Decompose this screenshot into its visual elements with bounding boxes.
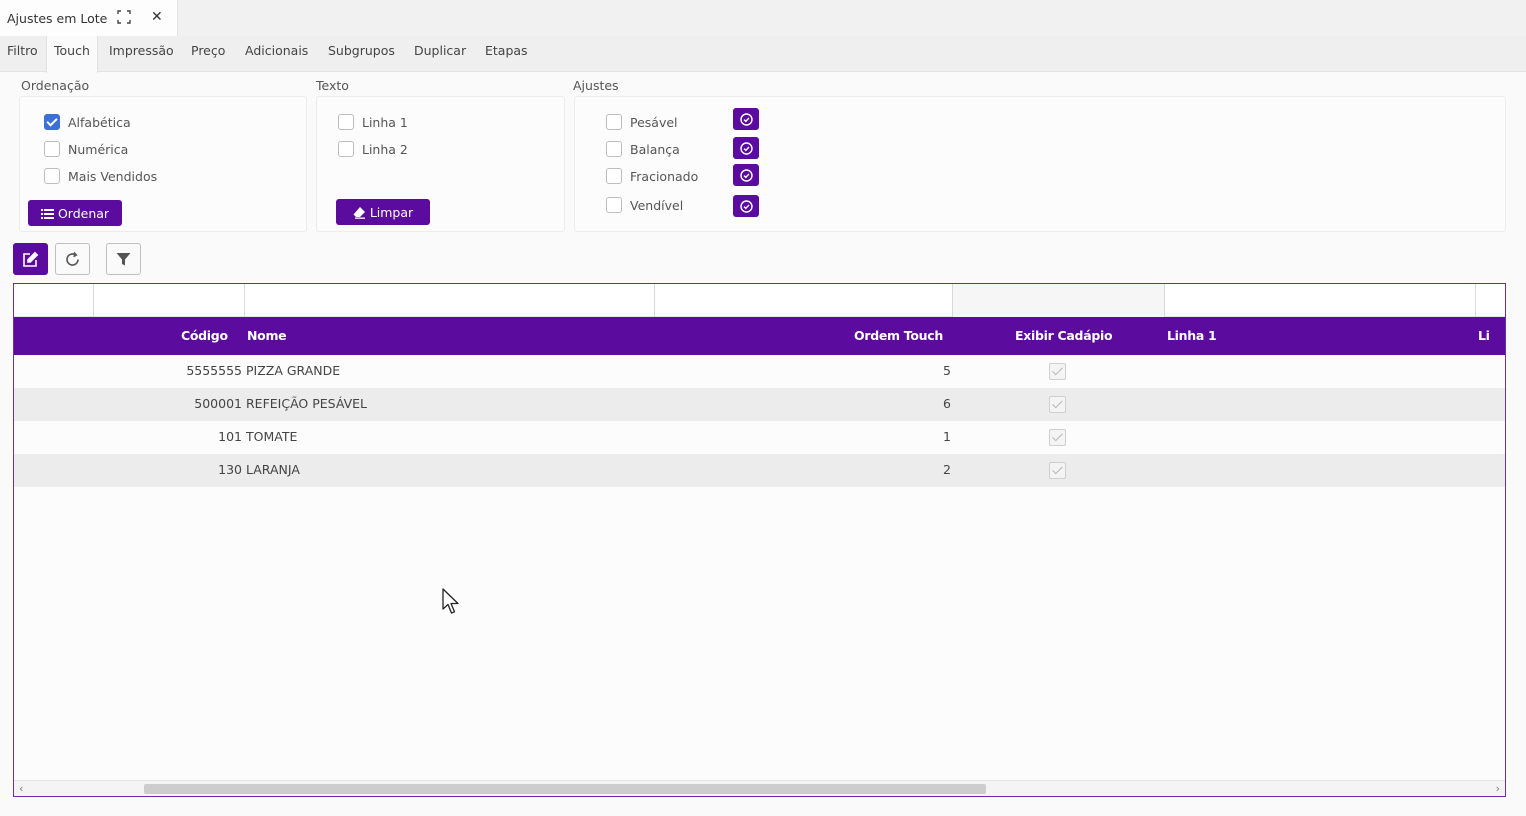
refresh-icon <box>66 251 79 266</box>
check-circle-icon <box>739 112 753 126</box>
limpar-button[interactable]: Limpar <box>336 199 430 225</box>
apply-vendivel-button[interactable] <box>733 195 759 217</box>
col-ordem-touch[interactable]: Ordem Touch <box>854 328 943 343</box>
close-icon[interactable]: ✕ <box>151 9 163 25</box>
filter-cell-codigo[interactable] <box>94 284 245 317</box>
tab-bar: Filtro Touch Impressão Preço Adicionais … <box>0 36 1526 73</box>
tab-duplicar[interactable]: Duplicar <box>407 36 473 72</box>
tab-preco[interactable]: Preço <box>184 36 232 72</box>
option-balanca[interactable]: Balança <box>606 141 680 157</box>
tab-subgrupos[interactable]: Subgrupos <box>321 36 402 72</box>
scrollbar-thumb[interactable] <box>144 784 986 794</box>
ordenacao-label: Ordenação <box>21 78 90 93</box>
scroll-right-icon[interactable]: › <box>1496 782 1500 795</box>
option-pesavel[interactable]: Pesável <box>606 114 678 130</box>
cell-ordem: 6 <box>943 396 951 411</box>
ordenar-button[interactable]: Ordenar <box>28 200 122 226</box>
exibir-checkbox[interactable] <box>1049 396 1066 413</box>
vendivel-checkbox[interactable] <box>606 197 622 213</box>
col-exibir-cardapio[interactable]: Exibir Cadápio <box>1015 328 1113 343</box>
texto-panel: Linha 1 Linha 2 Limpar <box>316 96 565 232</box>
col-linha-2[interactable]: Li <box>1478 328 1490 343</box>
mais-vendidos-label: Mais Vendidos <box>68 168 158 184</box>
option-vendivel[interactable]: Vendível <box>606 197 683 213</box>
linha-2-checkbox[interactable] <box>338 141 354 157</box>
option-linha-1[interactable]: Linha 1 <box>338 114 408 130</box>
cell-ordem: 5 <box>943 363 951 378</box>
option-numerica[interactable]: Numérica <box>44 141 128 157</box>
scroll-left-icon[interactable]: ‹ <box>19 782 23 795</box>
edit-icon <box>23 251 39 267</box>
filter-cell-ordem[interactable] <box>655 284 953 317</box>
apply-balanca-button[interactable] <box>733 137 759 159</box>
grid-header: Código Nome Ordem Touch Exibir Cadápio L… <box>14 317 1505 355</box>
filter-cell-exibir[interactable] <box>953 284 1165 317</box>
table-row[interactable]: 130 LARANJA 2 <box>14 454 1505 487</box>
ajustes-panel: Pesável Balança Fracionado Vendível <box>574 96 1506 232</box>
linha-1-label: Linha 1 <box>362 114 408 130</box>
col-nome[interactable]: Nome <box>247 328 287 343</box>
cell-ordem: 1 <box>943 429 951 444</box>
products-grid: Código Nome Ordem Touch Exibir Cadápio L… <box>13 283 1506 797</box>
check-circle-icon <box>739 141 753 155</box>
filter-cell-nome[interactable] <box>245 284 655 317</box>
option-mais-vendidos[interactable]: Mais Vendidos <box>44 168 157 184</box>
ordenacao-panel: Alfabética Numérica Mais Vendidos Ordena… <box>19 96 307 232</box>
tab-filtro[interactable]: Filtro <box>0 36 45 72</box>
option-alfabetica[interactable]: Alfabética <box>44 114 131 130</box>
vendivel-label: Vendível <box>630 197 684 213</box>
fracionado-label: Fracionado <box>630 168 699 184</box>
maximize-icon[interactable] <box>117 10 131 24</box>
grid-filter-row <box>14 284 1505 317</box>
cell-ordem: 2 <box>943 462 951 477</box>
apply-fracionado-button[interactable] <box>733 164 759 186</box>
filter-cell-select[interactable] <box>14 284 94 317</box>
col-codigo[interactable]: Código <box>181 328 228 343</box>
option-fracionado[interactable]: Fracionado <box>606 168 698 184</box>
table-row[interactable]: 5555555 PIZZA GRANDE 5 <box>14 355 1505 388</box>
tab-touch[interactable]: Touch <box>46 36 98 73</box>
pesavel-checkbox[interactable] <box>606 114 622 130</box>
list-icon <box>40 208 54 219</box>
mouse-cursor-icon <box>442 588 459 614</box>
col-linha-1[interactable]: Linha 1 <box>1167 328 1217 343</box>
window-title: Ajustes em Lote <box>7 10 108 26</box>
numerica-label: Numérica <box>68 141 129 157</box>
tab-impressao[interactable]: Impressão <box>102 36 181 72</box>
horizontal-scrollbar[interactable]: ‹ › <box>14 780 1505 796</box>
linha-1-checkbox[interactable] <box>338 114 354 130</box>
limpar-label: Limpar <box>369 204 414 220</box>
option-linha-2[interactable]: Linha 2 <box>338 141 408 157</box>
tab-etapas[interactable]: Etapas <box>478 36 535 72</box>
table-row[interactable]: 500001 REFEIÇÃO PESÁVEL 6 <box>14 388 1505 421</box>
linha-2-label: Linha 2 <box>362 141 408 157</box>
refresh-button[interactable] <box>55 243 90 275</box>
balanca-checkbox[interactable] <box>606 141 622 157</box>
filter-icon <box>116 252 131 265</box>
exibir-checkbox[interactable] <box>1049 429 1066 446</box>
window-tab[interactable]: Ajustes em Lote ✕ <box>0 0 178 36</box>
exibir-checkbox[interactable] <box>1049 462 1066 479</box>
alfabetica-checkbox[interactable] <box>44 114 60 130</box>
filter-button[interactable] <box>106 243 141 275</box>
ajustes-label: Ajustes <box>573 78 619 93</box>
pesavel-label: Pesável <box>630 114 678 130</box>
ordenar-label: Ordenar <box>57 205 110 221</box>
fracionado-checkbox[interactable] <box>606 168 622 184</box>
mais-vendidos-checkbox[interactable] <box>44 168 60 184</box>
eraser-icon <box>353 206 365 219</box>
check-circle-icon <box>739 168 753 182</box>
alfabetica-label: Alfabética <box>68 114 131 130</box>
top-bar <box>178 0 1526 36</box>
edit-button[interactable] <box>13 243 48 275</box>
check-circle-icon <box>739 199 753 213</box>
tab-adicionais[interactable]: Adicionais <box>238 36 315 72</box>
apply-pesavel-button[interactable] <box>733 108 759 130</box>
exibir-checkbox[interactable] <box>1049 363 1066 380</box>
filter-cell-linha1[interactable] <box>1165 284 1476 317</box>
balanca-label: Balança <box>630 141 680 157</box>
table-row[interactable]: 101 TOMATE 1 <box>14 421 1505 454</box>
numerica-checkbox[interactable] <box>44 141 60 157</box>
texto-label: Texto <box>316 78 349 93</box>
